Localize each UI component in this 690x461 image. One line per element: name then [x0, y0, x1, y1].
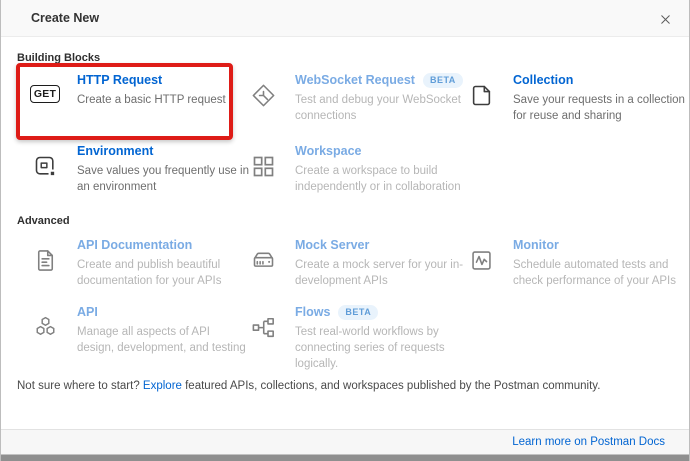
learn-more-link[interactable]: Learn more on Postman Docs [512, 436, 665, 448]
description-line: Test and debug your WebSocket [295, 92, 463, 108]
item-title: Environment [77, 143, 153, 160]
environment-icon [29, 153, 61, 180]
item-title: HTTP Request [77, 72, 162, 89]
description-line: Save values you frequently use in [77, 163, 249, 179]
dialog-footer: Learn more on Postman Docs [1, 429, 689, 454]
item-description: Create and publish beautiful documentati… [77, 257, 221, 289]
workspace-icon [247, 153, 279, 180]
dialog-title: Create New [31, 11, 99, 25]
item-title: Monitor [513, 237, 559, 254]
item-title: API Documentation [77, 237, 192, 254]
description-line: logically. [295, 356, 445, 372]
item-api[interactable]: API Manage all aspects of API design, de… [29, 304, 246, 356]
item-description: Create a basic HTTP request [77, 92, 226, 108]
item-websocket-request[interactable]: WebSocket Request BETA Test and debug yo… [247, 72, 463, 124]
section-advanced: Advanced [17, 215, 70, 227]
item-description: Test and debug your WebSocket connection… [295, 92, 463, 124]
description-line: Schedule automated tests and [513, 257, 676, 273]
api-documentation-icon [29, 247, 61, 274]
item-description: Save values you frequently use in an env… [77, 163, 249, 195]
item-title: API [77, 304, 98, 321]
explore-link[interactable]: Explore [143, 380, 182, 392]
item-title: Flows [295, 304, 330, 321]
item-mock-server[interactable]: Mock Server Create a mock server for you… [247, 237, 463, 289]
description-line: connections [295, 108, 463, 124]
item-description: Save your requests in a collection for r… [513, 92, 685, 124]
close-button[interactable] [655, 9, 675, 29]
flows-icon [247, 314, 279, 341]
item-description: Create a mock server for your in- develo… [295, 257, 463, 289]
item-title: Workspace [295, 143, 361, 160]
description-line: connecting series of requests [295, 340, 445, 356]
description-line: Create a workspace to build [295, 163, 461, 179]
monitor-icon [465, 247, 497, 274]
create-new-dialog: Create New Building Blocks Advanced GET … [0, 0, 690, 461]
item-title: Collection [513, 72, 573, 89]
get-method-icon: GET [29, 85, 61, 103]
note-suffix: featured APIs, collections, and workspac… [182, 380, 600, 392]
window-edge [1, 454, 689, 461]
item-workspace[interactable]: Workspace Create a workspace to build in… [247, 143, 461, 195]
websocket-icon [247, 82, 279, 109]
item-http-request[interactable]: GET HTTP Request Create a basic HTTP req… [29, 72, 226, 108]
beta-badge: BETA [423, 73, 463, 88]
item-title: Mock Server [295, 237, 369, 254]
item-description: Create a workspace to build independentl… [295, 163, 461, 195]
description-line: check performance of your APIs [513, 273, 676, 289]
description-line: Manage all aspects of API [77, 324, 246, 340]
item-description: Manage all aspects of API design, develo… [77, 324, 246, 356]
description-line: Create a mock server for your in- [295, 257, 463, 273]
note-prefix: Not sure where to start? [17, 380, 143, 392]
close-icon [658, 12, 673, 27]
item-monitor[interactable]: Monitor Schedule automated tests and che… [465, 237, 676, 289]
item-flows[interactable]: Flows BETA Test real-world workflows by … [247, 304, 445, 372]
section-building-blocks: Building Blocks [17, 52, 100, 64]
description-line: Save your requests in a collection [513, 92, 685, 108]
explore-note: Not sure where to start? Explore feature… [17, 380, 600, 392]
description-line: development APIs [295, 273, 463, 289]
item-description: Schedule automated tests and check perfo… [513, 257, 676, 289]
item-description: Test real-world workflows by connecting … [295, 324, 445, 372]
description-line: independently or in collaboration [295, 179, 461, 195]
collection-icon [465, 82, 497, 109]
api-icon [29, 314, 61, 341]
item-api-documentation[interactable]: API Documentation Create and publish bea… [29, 237, 221, 289]
description-line: Test real-world workflows by [295, 324, 445, 340]
item-collection[interactable]: Collection Save your requests in a colle… [465, 72, 685, 124]
item-title: WebSocket Request [295, 72, 415, 89]
mock-server-icon [247, 247, 279, 274]
dialog-header: Create New [1, 0, 689, 37]
description-line: design, development, and testing [77, 340, 246, 356]
description-line: an environment [77, 179, 249, 195]
beta-badge: BETA [338, 305, 378, 320]
description-line: Create and publish beautiful [77, 257, 221, 273]
description-line: for reuse and sharing [513, 108, 685, 124]
item-environment[interactable]: Environment Save values you frequently u… [29, 143, 249, 195]
description-line: documentation for your APIs [77, 273, 221, 289]
description-line: Create a basic HTTP request [77, 92, 226, 108]
